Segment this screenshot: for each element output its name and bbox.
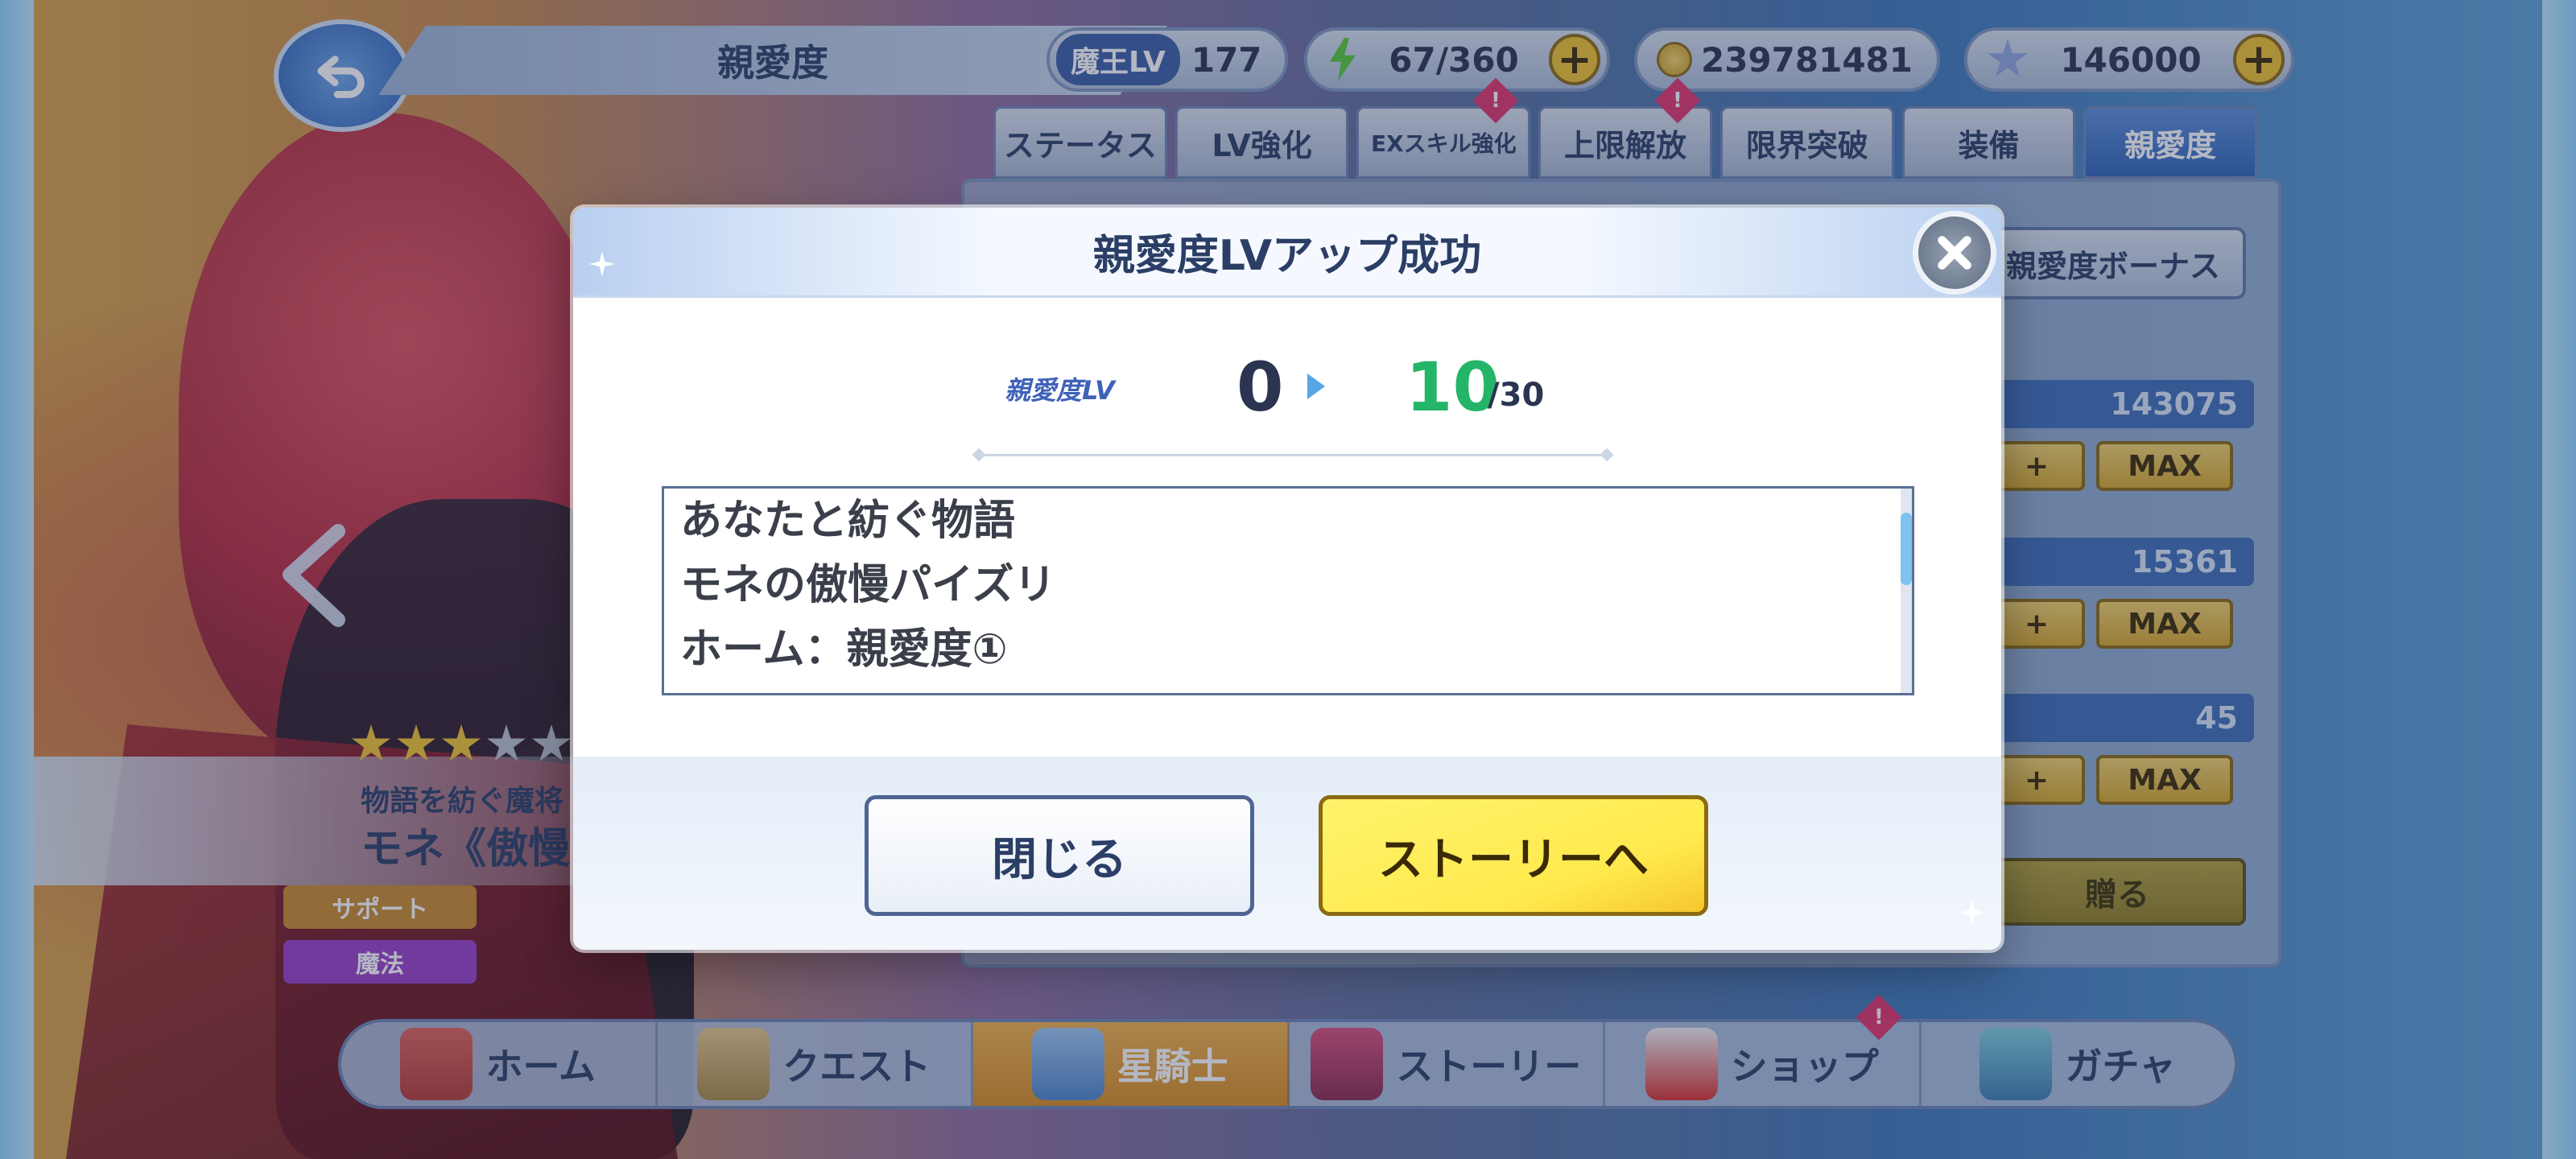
affinity-level-to: 10 [1406,348,1500,427]
dialog-title: 親愛度LVアップ成功 [1092,232,1482,280]
arrow-right-icon [1307,373,1325,399]
affinity-level-max: /30 [1488,377,1545,414]
affinity-level-from: 0 [1236,348,1284,427]
close-button[interactable]: 閉じる [865,795,1254,916]
dialog-header: 親愛度LVアップ成功 [573,208,2001,298]
dialog-footer [573,757,2001,950]
scrollbar-thumb[interactable] [1901,513,1912,585]
unlocked-items-list[interactable]: あなたと紡ぐ物語 モネの傲慢パイズリ ホーム：親愛度① [662,486,1914,695]
list-item: モネの傲慢パイズリ [680,561,1056,609]
list-item: あなたと紡ぐ物語 [680,497,1016,545]
divider [979,454,1607,456]
dialog-close-button[interactable] [1913,211,1996,295]
sparkle-icon [1959,900,1985,926]
affinity-level-row: 親愛度LV 0 10 /30 [573,348,2001,428]
list-item: ホーム：親愛度① [680,625,1008,674]
affinity-level-label: 親愛度LV [1005,375,1115,406]
scrollbar-track[interactable] [1901,489,1912,693]
sparkle-icon [589,251,615,277]
affinity-levelup-dialog: 親愛度LVアップ成功 親愛度LV 0 10 /30 あなたと紡ぐ物語 モネの傲慢… [573,208,2001,950]
dialog-body: 親愛度LV 0 10 /30 あなたと紡ぐ物語 モネの傲慢パイズリ ホーム：親愛… [573,298,2001,757]
go-to-story-button[interactable]: ストーリーへ [1319,795,1708,916]
close-icon [1938,236,1971,270]
